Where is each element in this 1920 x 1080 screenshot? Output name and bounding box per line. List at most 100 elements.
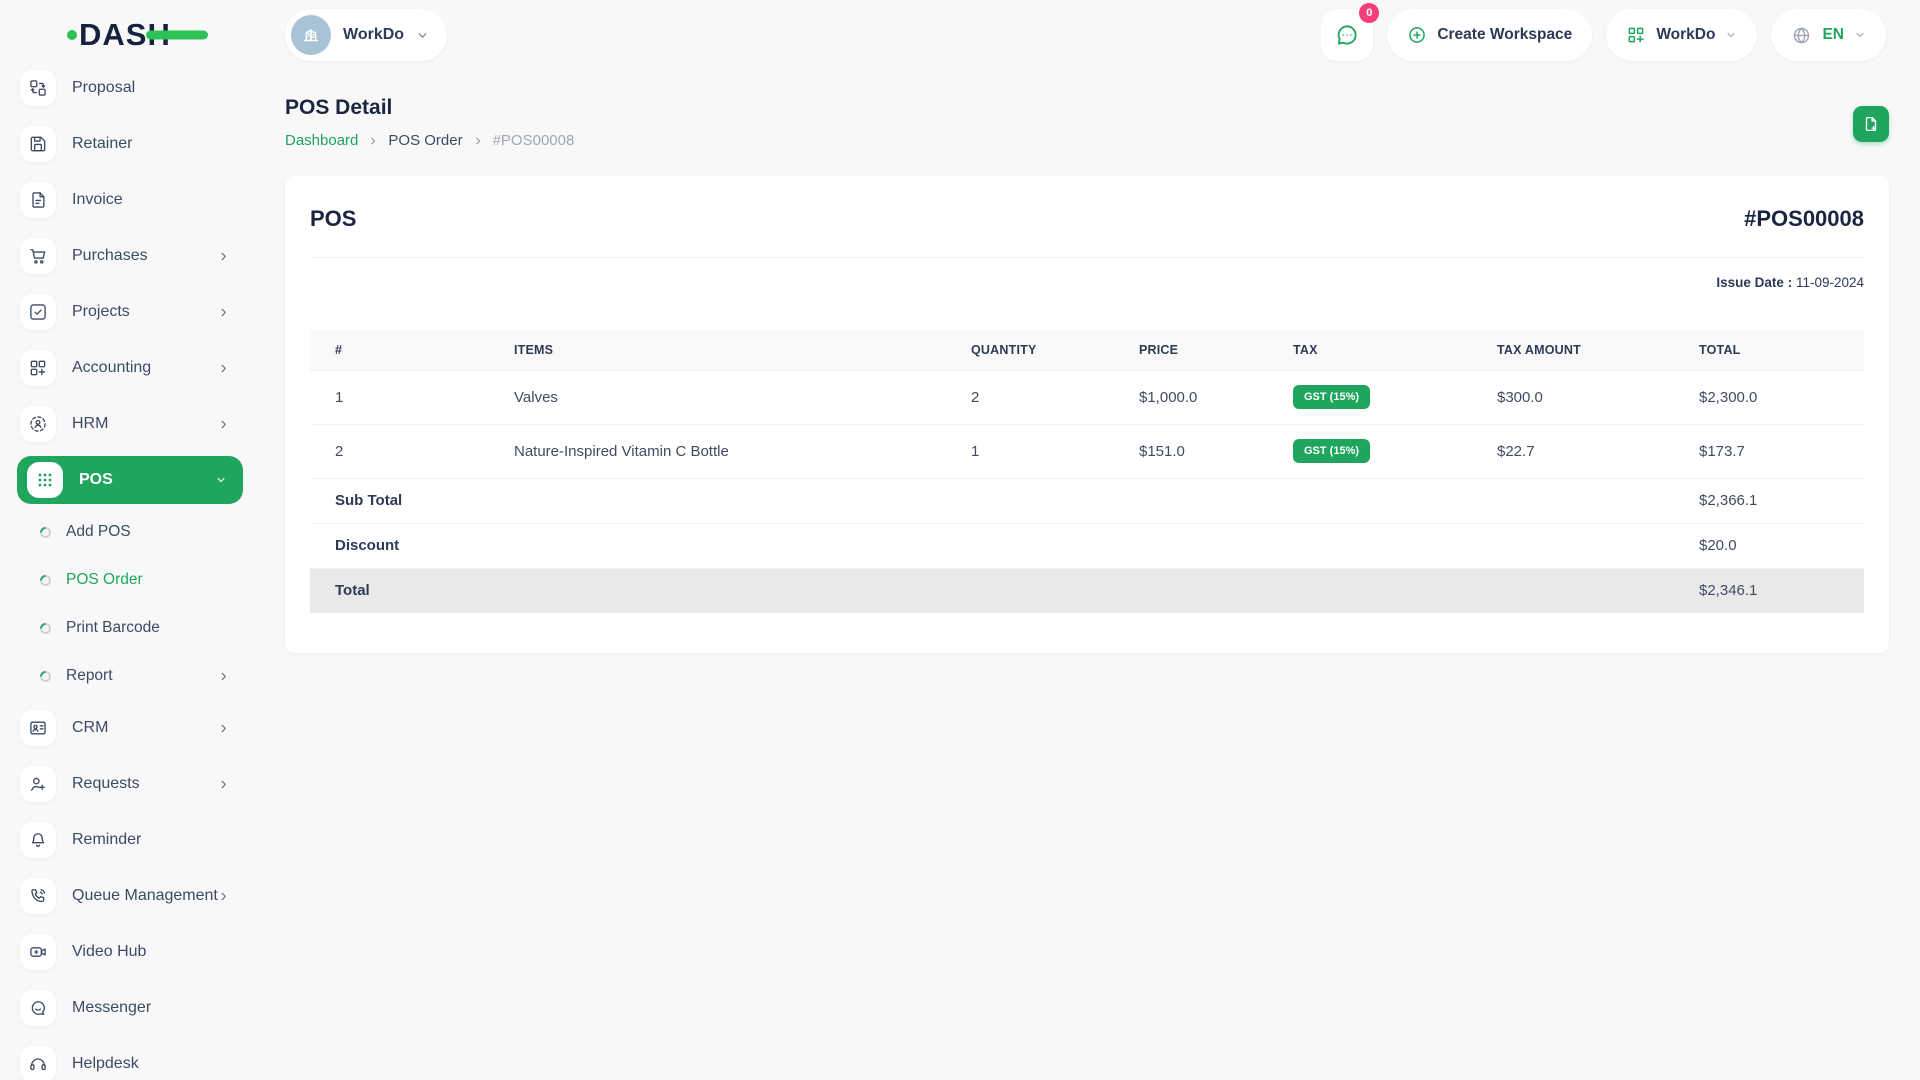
submenu-bullet-icon — [37, 668, 54, 684]
sidebar-item-accounting[interactable]: Accounting — [0, 340, 257, 396]
cell-item: Nature-Inspired Vitamin C Bottle — [504, 423, 961, 478]
workspace-selector[interactable]: WorkDo — [285, 9, 448, 61]
issue-date-row: Issue Date : 11-09-2024 — [310, 275, 1864, 290]
cell-no: 1 — [310, 369, 504, 424]
workspace-avatar — [291, 15, 331, 55]
sidebar-item-hrm[interactable]: HRM — [0, 396, 257, 452]
sidebar-label: HRM — [72, 415, 109, 432]
divider — [310, 257, 1864, 258]
cell-total: $173.7 — [1689, 423, 1864, 478]
crm-icon — [30, 721, 46, 735]
sidebar-subitem-print-barcode[interactable]: Print Barcode — [0, 604, 257, 652]
discount-label: Discount — [310, 522, 1689, 568]
sidebar-label: Proposal — [72, 79, 136, 96]
sidebar-item-messenger[interactable]: Messenger — [0, 980, 257, 1036]
submenu-bullet-icon — [37, 620, 54, 636]
sidebar-item-helpdesk[interactable]: Helpdesk — [0, 1036, 257, 1080]
sidebar-label: Retainer — [72, 135, 133, 152]
purchases-cart-icon — [30, 249, 46, 264]
messages-button[interactable]: 0 — [1321, 3, 1380, 61]
sidebar-label: CRM — [72, 719, 109, 736]
sidebar-item-pos[interactable]: POS — [17, 456, 243, 504]
sidebar-item-purchases[interactable]: Purchases — [0, 228, 257, 284]
sidebar-item-crm[interactable]: CRM — [0, 700, 257, 756]
top-header: DASH WorkDo 0 Create Workspace WorkDo EN — [0, 0, 1920, 70]
col-header-tax: TAX — [1283, 330, 1487, 370]
col-header-items: ITEMS — [504, 330, 961, 370]
message-count-badge: 0 — [1359, 3, 1380, 23]
sidebar-subitem-pos-order[interactable]: POS Order — [0, 556, 257, 604]
chevron-right-icon — [475, 137, 480, 144]
plus-circle-icon — [1409, 27, 1426, 43]
chevron-down-icon — [418, 32, 427, 38]
cell-no: 2 — [310, 423, 504, 478]
sidebar-item-video-hub[interactable]: Video Hub — [0, 924, 257, 980]
retainer-icon — [30, 136, 46, 152]
total-row: Total $2,346.1 — [310, 567, 1864, 613]
language-selector[interactable]: EN — [1771, 9, 1886, 61]
page-title: POS Detail — [285, 96, 393, 119]
sidebar-subitem-report[interactable]: Report — [0, 652, 257, 700]
tax-badge: GST (15%) — [1293, 385, 1371, 409]
sidebar-label: POS — [79, 471, 113, 488]
pos-detail-card: POS #POS00008 Issue Date : 11-09-2024 # … — [285, 176, 1889, 653]
workspace-menu-button[interactable]: WorkDo — [1606, 9, 1758, 61]
sidebar-item-invoice[interactable]: Invoice — [0, 172, 257, 228]
sidebar-item-retainer[interactable]: Retainer — [0, 116, 257, 172]
sidebar-subitem-add-pos[interactable]: Add POS — [0, 508, 257, 556]
sidebar-label: Messenger — [72, 999, 152, 1016]
table-header-row: # ITEMS QUANTITY PRICE TAX TAX AMOUNT TO… — [310, 330, 1864, 370]
export-pos-button[interactable] — [1853, 106, 1889, 142]
logo-dot-icon — [67, 30, 77, 40]
messenger-bubble-icon — [31, 1001, 45, 1015]
chevron-right-icon — [221, 672, 226, 680]
sidebar-item-projects[interactable]: Projects — [0, 284, 257, 340]
sidebar-item-queue-management[interactable]: Queue Management — [0, 868, 257, 924]
tax-badge: GST (15%) — [1293, 439, 1371, 463]
pos-number: #POS00008 — [1744, 206, 1864, 231]
col-header-no: # — [310, 330, 504, 370]
create-workspace-button[interactable]: Create Workspace — [1387, 9, 1593, 61]
submenu-label: POS Order — [66, 571, 143, 588]
card-header: POS #POS00008 — [310, 204, 1864, 234]
discount-value: $20.0 — [1689, 522, 1864, 568]
sidebar-label: Accounting — [72, 359, 152, 376]
cell-total: $2,300.0 — [1689, 369, 1864, 424]
workspace-name: WorkDo — [343, 26, 405, 43]
breadcrumb-pos-order-link[interactable]: POS Order — [388, 132, 462, 149]
total-value: $2,346.1 — [1689, 567, 1864, 613]
sidebar-item-requests[interactable]: Requests — [0, 756, 257, 812]
apps-grid-icon — [1628, 27, 1645, 43]
submenu-label: Print Barcode — [66, 619, 160, 636]
cell-quantity: 1 — [961, 423, 1129, 478]
language-code: EN — [1822, 26, 1844, 43]
user-plus-icon — [31, 777, 45, 791]
workspace-menu-label: WorkDo — [1656, 26, 1716, 43]
chevron-right-icon — [221, 252, 226, 260]
sidebar-label: Video Hub — [72, 943, 147, 960]
logo-dash-bar — [146, 30, 208, 40]
header-actions: 0 Create Workspace WorkDo EN — [1321, 3, 1886, 61]
chevron-down-icon — [1856, 32, 1864, 38]
chat-bubble-icon — [1338, 25, 1357, 45]
pos-dots-icon — [38, 473, 52, 487]
chevron-right-icon — [221, 420, 226, 428]
breadcrumb-dashboard-link[interactable]: Dashboard — [285, 132, 358, 149]
submenu-bullet-icon — [37, 524, 54, 540]
proposal-icon — [30, 80, 46, 96]
subtotal-row: Sub Total $2,366.1 — [310, 477, 1864, 523]
col-header-price: PRICE — [1129, 330, 1283, 370]
chevron-right-icon — [221, 780, 226, 788]
chevron-right-icon — [371, 137, 376, 144]
building-icon — [303, 29, 319, 42]
sidebar-label: Projects — [72, 303, 130, 320]
cell-price: $151.0 — [1129, 423, 1283, 478]
hrm-person-icon — [30, 416, 46, 432]
cell-quantity: 2 — [961, 369, 1129, 424]
sidebar-label: Helpdesk — [72, 1055, 139, 1072]
sidebar-item-reminder[interactable]: Reminder — [0, 812, 257, 868]
chevron-right-icon — [221, 308, 226, 316]
chevron-down-icon — [1727, 32, 1736, 38]
projects-check-icon — [30, 304, 46, 320]
cell-tax-amount: $300.0 — [1487, 369, 1689, 424]
